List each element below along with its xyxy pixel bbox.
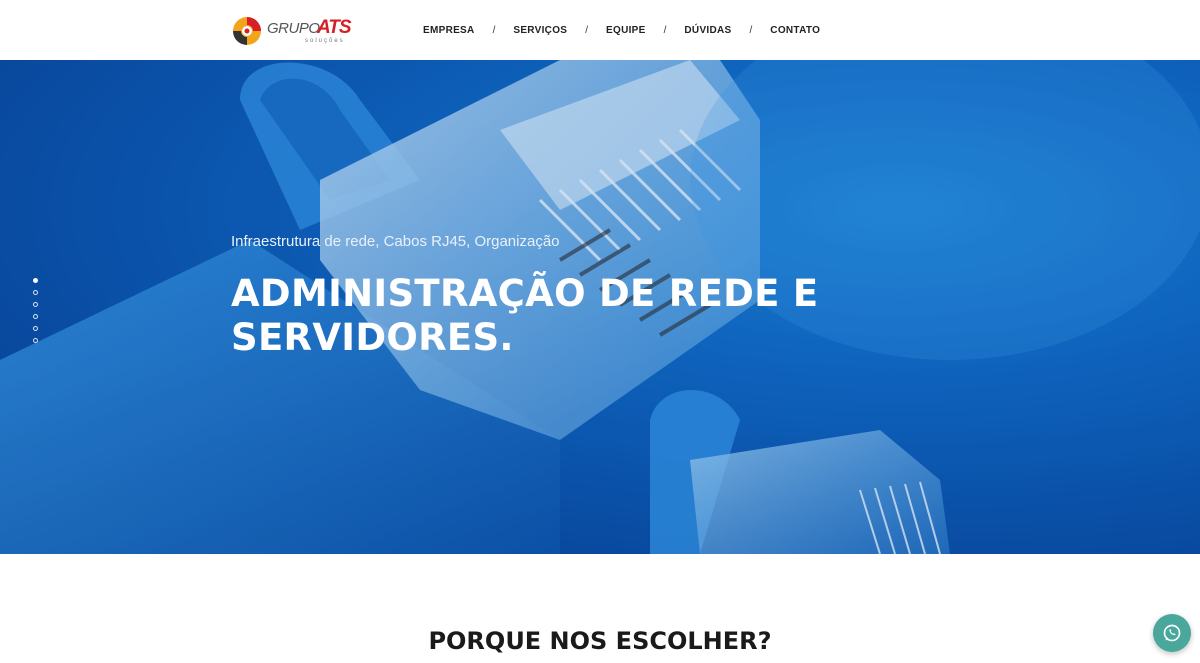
- logo-brand: ATS: [317, 17, 352, 38]
- nav-separator: /: [585, 24, 589, 36]
- nav-item-equipe[interactable]: EQUIPE: [593, 25, 659, 36]
- slider-dot-1[interactable]: [33, 278, 38, 283]
- nav-item-servicos[interactable]: SERVIÇOS: [500, 25, 580, 36]
- hero-subtitle: Infraestrutura de rede, Cabos RJ45, Orga…: [231, 233, 560, 250]
- hero-slider: Infraestrutura de rede, Cabos RJ45, Orga…: [0, 60, 1200, 554]
- slider-dot-2[interactable]: [33, 290, 38, 295]
- nav-item-duvidas[interactable]: DÚVIDAS: [671, 25, 744, 36]
- logo[interactable]: GRUPO ATS soluções: [231, 14, 361, 48]
- slider-pagination: [33, 278, 41, 350]
- nav-separator: /: [663, 24, 667, 36]
- section-title: PORQUE NOS ESCOLHER?: [428, 627, 772, 655]
- nav-item-contato[interactable]: CONTATO: [757, 25, 833, 36]
- site-header: GRUPO ATS soluções EMPRESA / SERVIÇOS / …: [0, 0, 1200, 60]
- slider-dot-6[interactable]: [33, 338, 38, 343]
- slider-dot-4[interactable]: [33, 314, 38, 319]
- main-nav: EMPRESA / SERVIÇOS / EQUIPE / DÚVIDAS / …: [410, 0, 833, 60]
- whatsapp-button[interactable]: [1153, 614, 1191, 652]
- logo-name: GRUPO: [267, 20, 320, 37]
- slider-dot-3[interactable]: [33, 302, 38, 307]
- whatsapp-icon: [1163, 624, 1181, 642]
- hero-title: ADMINISTRAÇÃO DE REDE E SERVIDORES.: [231, 272, 819, 359]
- logo-tagline: soluções: [305, 38, 345, 44]
- nav-separator: /: [492, 24, 496, 36]
- logo-icon: [233, 17, 261, 45]
- slider-dot-5[interactable]: [33, 326, 38, 331]
- nav-item-empresa[interactable]: EMPRESA: [410, 25, 488, 36]
- nav-separator: /: [749, 24, 753, 36]
